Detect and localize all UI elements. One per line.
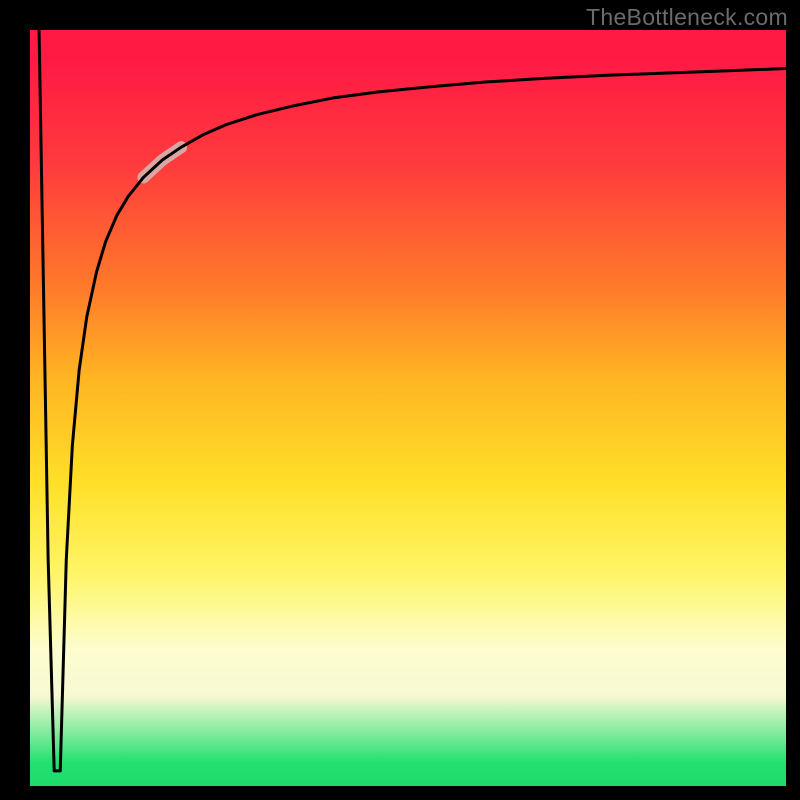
chart-container: TheBottleneck.com [0, 0, 800, 800]
plot-area [30, 30, 786, 786]
watermark-text: TheBottleneck.com [586, 4, 788, 31]
curve-layer [30, 30, 786, 786]
bottleneck-curve [39, 30, 786, 771]
